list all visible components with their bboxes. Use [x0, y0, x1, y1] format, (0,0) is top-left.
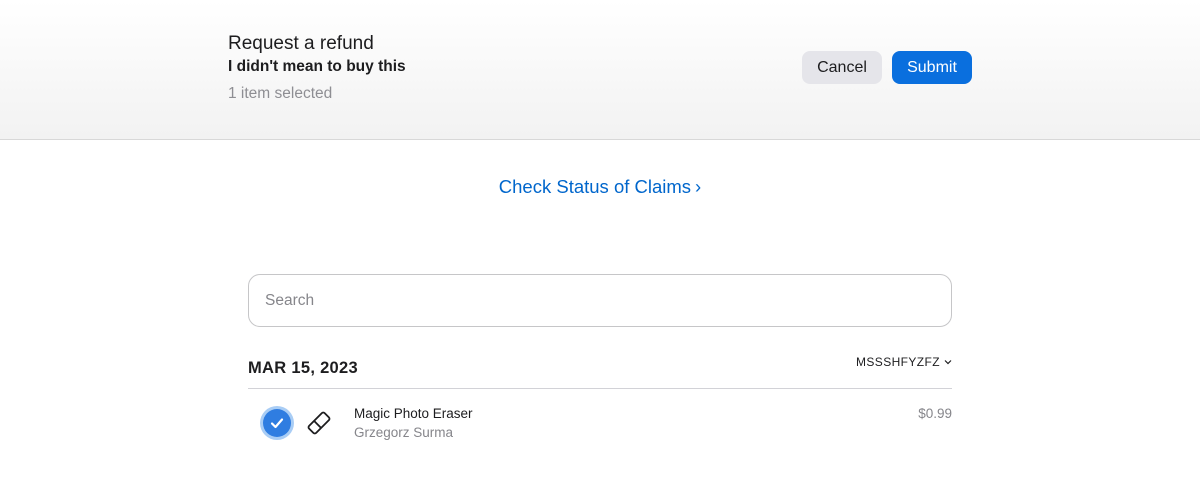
cancel-button[interactable]: Cancel — [802, 51, 882, 84]
refund-header: Request a refund I didn't mean to buy th… — [0, 0, 1200, 140]
submit-button[interactable]: Submit — [892, 51, 972, 84]
eraser-icon — [304, 409, 334, 437]
divider — [248, 388, 952, 389]
claims-link-label: Check Status of Claims — [498, 176, 692, 197]
order-id-dropdown[interactable]: MSSSHFYZFZ — [856, 355, 952, 369]
chevron-right-icon: › — [695, 176, 702, 197]
order-id: MSSSHFYZFZ — [856, 355, 940, 369]
header-text: Request a refund I didn't mean to buy th… — [228, 32, 406, 105]
item-name: Magic Photo Eraser — [354, 406, 473, 421]
item-developer: Grzegorz Surma — [354, 425, 454, 440]
chevron-down-icon — [944, 357, 952, 367]
selection-count: 1 item selected — [228, 85, 333, 102]
refund-reason: I didn't mean to buy this — [228, 58, 406, 75]
search-input[interactable] — [248, 274, 952, 327]
item-checkbox[interactable] — [263, 409, 291, 437]
checkmark-icon — [270, 418, 284, 429]
order-date: MAR 15, 2023 — [248, 359, 358, 377]
item-price: $0.99 — [918, 406, 952, 421]
page-title: Request a refund — [228, 33, 374, 54]
check-status-of-claims-link[interactable]: Check Status of Claims › — [0, 176, 1200, 198]
